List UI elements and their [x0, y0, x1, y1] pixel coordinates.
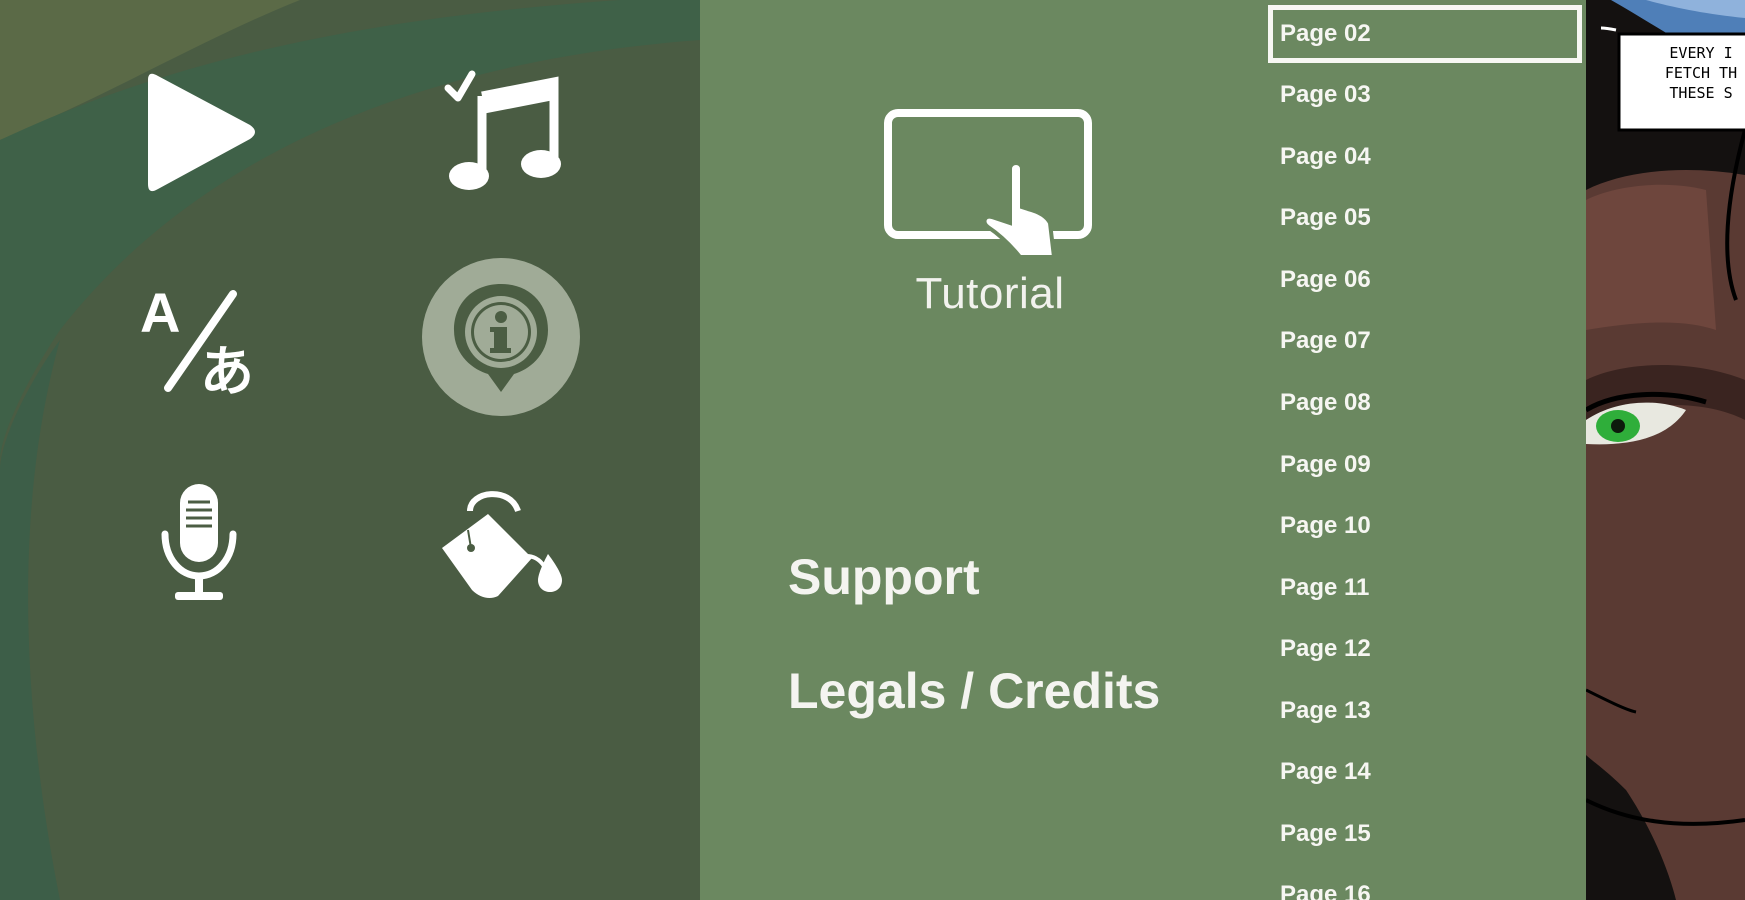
microphone-icon [161, 484, 237, 600]
info-icon [422, 258, 580, 416]
page-item[interactable]: Page 08 [1268, 374, 1578, 432]
page-item[interactable]: Page 04 [1268, 128, 1578, 186]
page-item[interactable]: Page 15 [1268, 805, 1578, 863]
comic-caption-line: THESE S [1669, 84, 1732, 102]
page-item-selected[interactable]: Page 02 [1268, 5, 1582, 63]
comic-artwork: EVERY I FETCH TH THESE S [1586, 0, 1745, 900]
page-item[interactable]: Page 09 [1268, 436, 1578, 494]
tutorial-button[interactable]: Tutorial [860, 105, 1120, 345]
page-item[interactable]: Page 14 [1268, 743, 1578, 801]
support-link[interactable]: Support [788, 548, 980, 606]
page-item[interactable]: Page 07 [1268, 312, 1578, 370]
comic-caption-line: EVERY I [1669, 44, 1732, 62]
color-theme-button[interactable] [440, 486, 565, 601]
svg-text:A: A [140, 281, 180, 344]
background-decoration [0, 0, 700, 900]
page-list: Page 02 Page 03 Page 04 Page 05 Page 06 … [1268, 0, 1586, 900]
voice-button[interactable] [158, 482, 240, 604]
page-item[interactable]: Page 13 [1268, 682, 1578, 740]
info-button[interactable] [420, 256, 582, 418]
svg-text:あ: あ [200, 340, 254, 395]
page-item[interactable]: Page 11 [1268, 559, 1578, 617]
paint-bucket-icon [442, 491, 562, 598]
music-toggle-button[interactable] [442, 68, 567, 193]
comic-page-preview[interactable]: EVERY I FETCH TH THESE S [1586, 0, 1745, 900]
translate-icon: A あ [140, 281, 254, 395]
legals-credits-link[interactable]: Legals / Credits [788, 662, 1160, 720]
page-item[interactable]: Page 12 [1268, 620, 1578, 678]
page-item[interactable]: Page 06 [1268, 251, 1578, 309]
touch-tutorial-icon [884, 109, 1092, 259]
play-button[interactable] [140, 70, 260, 195]
page-item[interactable]: Page 05 [1268, 189, 1578, 247]
language-button[interactable]: A あ [138, 280, 268, 395]
tutorial-label: Tutorial [915, 269, 1065, 318]
music-icon [444, 70, 561, 190]
page-item[interactable]: Page 16 [1268, 866, 1578, 900]
settings-icon-panel: A あ [0, 0, 700, 900]
page-item[interactable]: Page 03 [1268, 66, 1578, 124]
page-item[interactable]: Page 10 [1268, 497, 1578, 555]
play-icon [148, 73, 255, 192]
comic-caption-line: FETCH TH [1665, 64, 1737, 82]
